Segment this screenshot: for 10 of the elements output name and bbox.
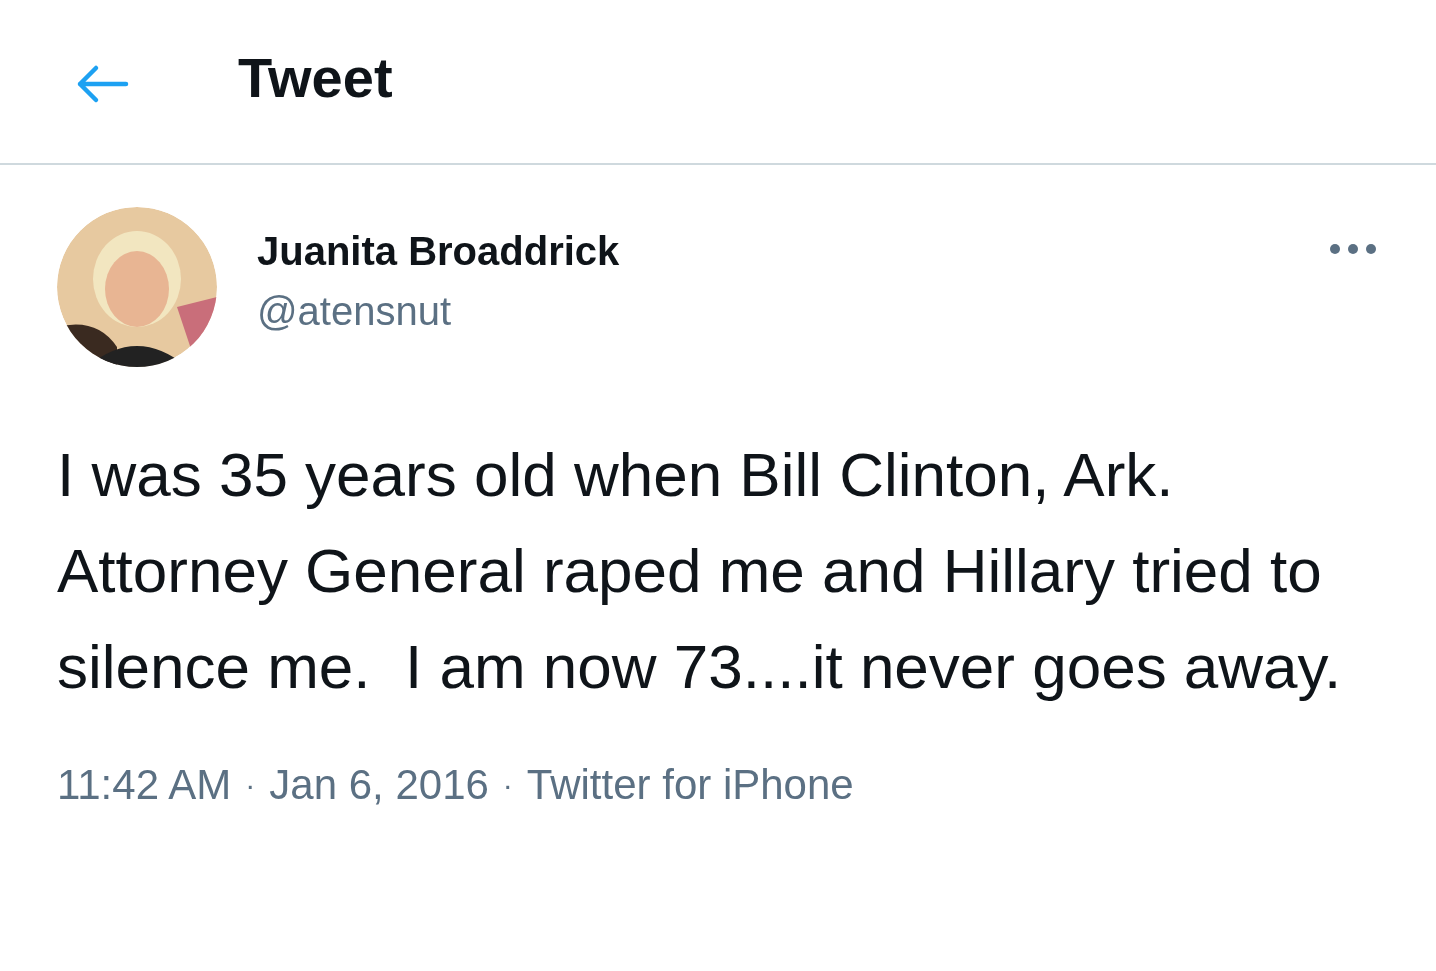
user-handle[interactable]: @atensnut: [257, 285, 620, 337]
tweet-source[interactable]: Twitter for iPhone: [526, 753, 854, 816]
display-name[interactable]: Juanita Broaddrick: [257, 225, 620, 277]
tweet-text: I was 35 years old when Bill Clinton, Ark. Attorney General raped me and Hillary tried to silence me. I am now 73....it never goes away.: [57, 439, 1343, 703]
tweet-date: Jan 6, 2016: [269, 760, 489, 810]
tweet-time: 11:42 AM: [57, 760, 232, 810]
page-title: Tweet: [238, 44, 393, 111]
separator-dot: ·: [502, 767, 513, 803]
separator-dot: ·: [245, 767, 256, 803]
more-options-icon[interactable]: [1329, 243, 1377, 255]
